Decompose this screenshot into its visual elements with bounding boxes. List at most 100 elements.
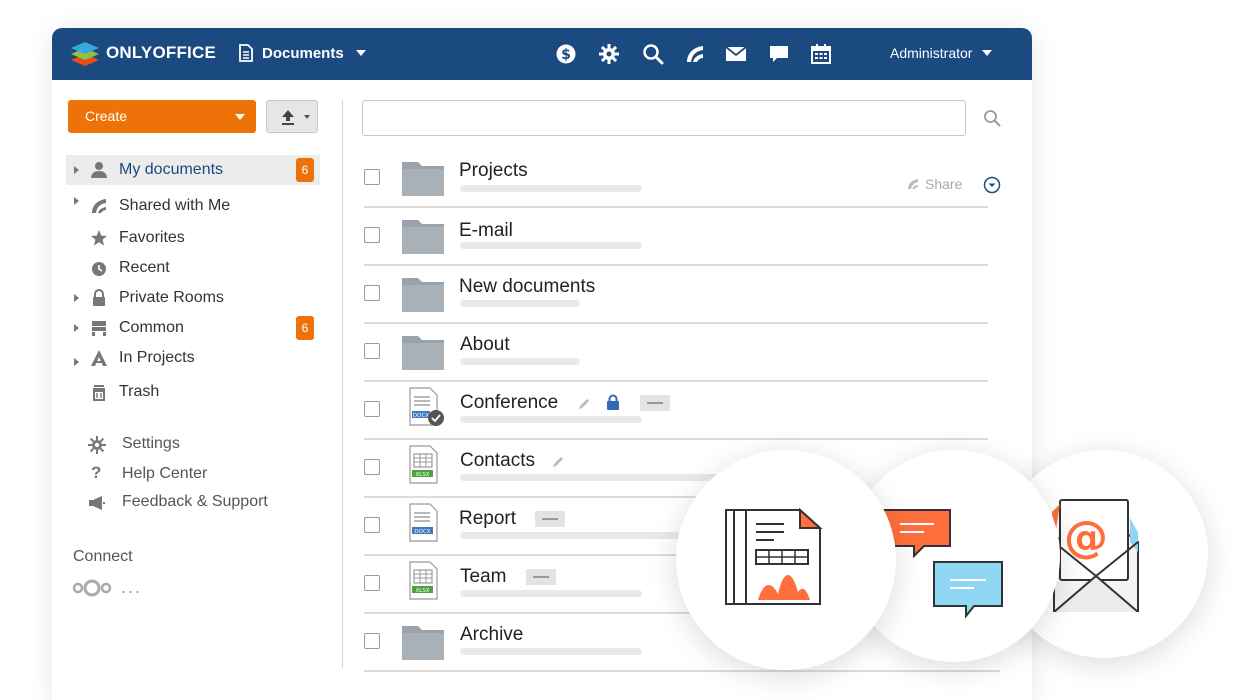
sidebar-item-help-center[interactable]: ? Help Center (88, 463, 288, 487)
settings-icon[interactable] (598, 43, 620, 65)
sidebar-item-common[interactable]: Common 6 (66, 313, 320, 343)
version-tag[interactable] (526, 569, 556, 585)
share-button[interactable]: Share (907, 176, 962, 192)
version-tag[interactable] (535, 511, 565, 527)
user-menu[interactable]: Administrator (890, 45, 993, 61)
file-meta-placeholder (460, 590, 642, 597)
sidebar-item-favorites[interactable]: Favorites (66, 223, 320, 253)
folder-icon (402, 278, 444, 312)
chat-icon[interactable] (768, 43, 790, 65)
upload-icon (282, 110, 294, 125)
svg-text:DOCX: DOCX (414, 529, 430, 535)
file-name[interactable]: Archive (460, 624, 523, 646)
file-name[interactable]: Report (459, 508, 516, 530)
onlyoffice-logo-icon[interactable] (70, 40, 100, 68)
search-icon[interactable] (983, 109, 1001, 127)
pencil-icon[interactable] (551, 455, 565, 469)
folder-icon (402, 220, 444, 254)
chevron-down-icon (304, 115, 310, 119)
file-row-e-mail[interactable]: E-mail (364, 206, 988, 266)
search-icon[interactable] (642, 43, 664, 65)
sidebar-item-trash[interactable]: Trash (66, 377, 320, 407)
sidebar-item-shared-with-me[interactable]: Shared with Me (66, 191, 320, 221)
file-name[interactable]: Contacts (460, 450, 535, 472)
row-checkbox[interactable] (364, 575, 380, 591)
search-input[interactable] (362, 100, 966, 136)
lock-icon (93, 289, 105, 306)
create-button[interactable]: Create (68, 100, 256, 133)
upload-button[interactable] (266, 100, 318, 133)
file-name[interactable]: Team (460, 566, 506, 588)
row-checkbox[interactable] (364, 285, 380, 301)
chevron-down-icon[interactable] (235, 114, 245, 120)
calendar-icon[interactable] (810, 43, 832, 65)
expand-arrow-icon[interactable] (74, 358, 79, 366)
common-icon (92, 321, 106, 336)
row-checkbox[interactable] (364, 517, 380, 533)
expand-arrow-icon[interactable] (74, 197, 79, 205)
row-checkbox[interactable] (364, 633, 380, 649)
more-services-icon[interactable]: ... (121, 577, 142, 598)
projects-icon (91, 350, 107, 366)
file-row-about[interactable]: About (364, 322, 988, 382)
file-name[interactable]: Projects (459, 160, 528, 182)
folder-icon (402, 162, 444, 196)
documents-feature-circle (676, 450, 896, 670)
svg-text:XLSX: XLSX (415, 588, 429, 594)
file-meta-placeholder (460, 300, 580, 307)
count-badge: 6 (296, 316, 314, 340)
feed-icon[interactable] (684, 43, 706, 65)
row-checkbox[interactable] (364, 343, 380, 359)
folder-icon (402, 336, 444, 370)
expand-arrow-icon[interactable] (74, 294, 79, 302)
file-name[interactable]: New documents (459, 276, 595, 298)
folder-icon (402, 626, 444, 660)
payments-icon[interactable]: $ (555, 43, 577, 65)
row-menu-chevron-icon[interactable] (983, 176, 1001, 194)
mail-icon[interactable] (725, 43, 747, 65)
expand-arrow-icon[interactable] (74, 324, 79, 332)
file-row-conference[interactable]: DOCX Conference (364, 380, 988, 440)
file-meta-placeholder (460, 416, 642, 423)
file-row-projects[interactable]: Projects (364, 148, 988, 208)
sidebar-item-private-rooms[interactable]: Private Rooms (66, 283, 320, 313)
pencil-icon[interactable] (577, 397, 591, 411)
sidebar-item-settings[interactable]: Settings (88, 433, 288, 457)
clock-icon (92, 262, 106, 276)
panel-divider (342, 100, 343, 668)
svg-text:$: $ (561, 47, 571, 63)
row-checkbox[interactable] (364, 169, 380, 185)
sidebar-item-recent[interactable]: Recent (66, 253, 320, 283)
sidebar-item-label: Private Rooms (119, 289, 224, 306)
user-icon (91, 162, 107, 178)
row-checkbox[interactable] (364, 227, 380, 243)
svg-text:XLSX: XLSX (415, 472, 429, 478)
module-label: Documents (262, 44, 344, 62)
connect-services: ... (72, 577, 152, 599)
file-meta-placeholder (460, 185, 642, 192)
expand-arrow-icon[interactable] (74, 166, 79, 174)
version-tag[interactable] (640, 395, 670, 411)
share-label: Share (925, 176, 963, 192)
file-row-new-documents[interactable]: New documents (364, 264, 988, 324)
file-name[interactable]: E-mail (459, 220, 513, 242)
brand-name[interactable]: ONLYOFFICE (106, 43, 216, 63)
file-meta-placeholder (460, 648, 642, 655)
file-meta-placeholder (460, 532, 680, 539)
file-name[interactable]: About (460, 334, 510, 356)
file-meta-placeholder (460, 242, 642, 249)
nextcloud-icon[interactable] (72, 577, 112, 599)
module-switcher[interactable]: Documents (238, 44, 366, 62)
lock-icon[interactable] (606, 394, 620, 410)
shared-icon (92, 199, 106, 213)
row-checkbox[interactable] (364, 401, 380, 417)
row-checkbox[interactable] (364, 459, 380, 475)
sidebar-item-feedback-support[interactable]: Feedback & Support (88, 491, 318, 515)
document-icon (239, 44, 253, 62)
file-name[interactable]: Conference (460, 392, 558, 414)
sidebar-item-label: Settings (122, 435, 180, 452)
share-icon (908, 179, 918, 189)
user-name: Administrator (890, 45, 973, 61)
sidebar-item-in-projects[interactable]: In Projects (66, 343, 320, 373)
sidebar-item-my-documents[interactable]: My documents 6 (66, 155, 320, 185)
